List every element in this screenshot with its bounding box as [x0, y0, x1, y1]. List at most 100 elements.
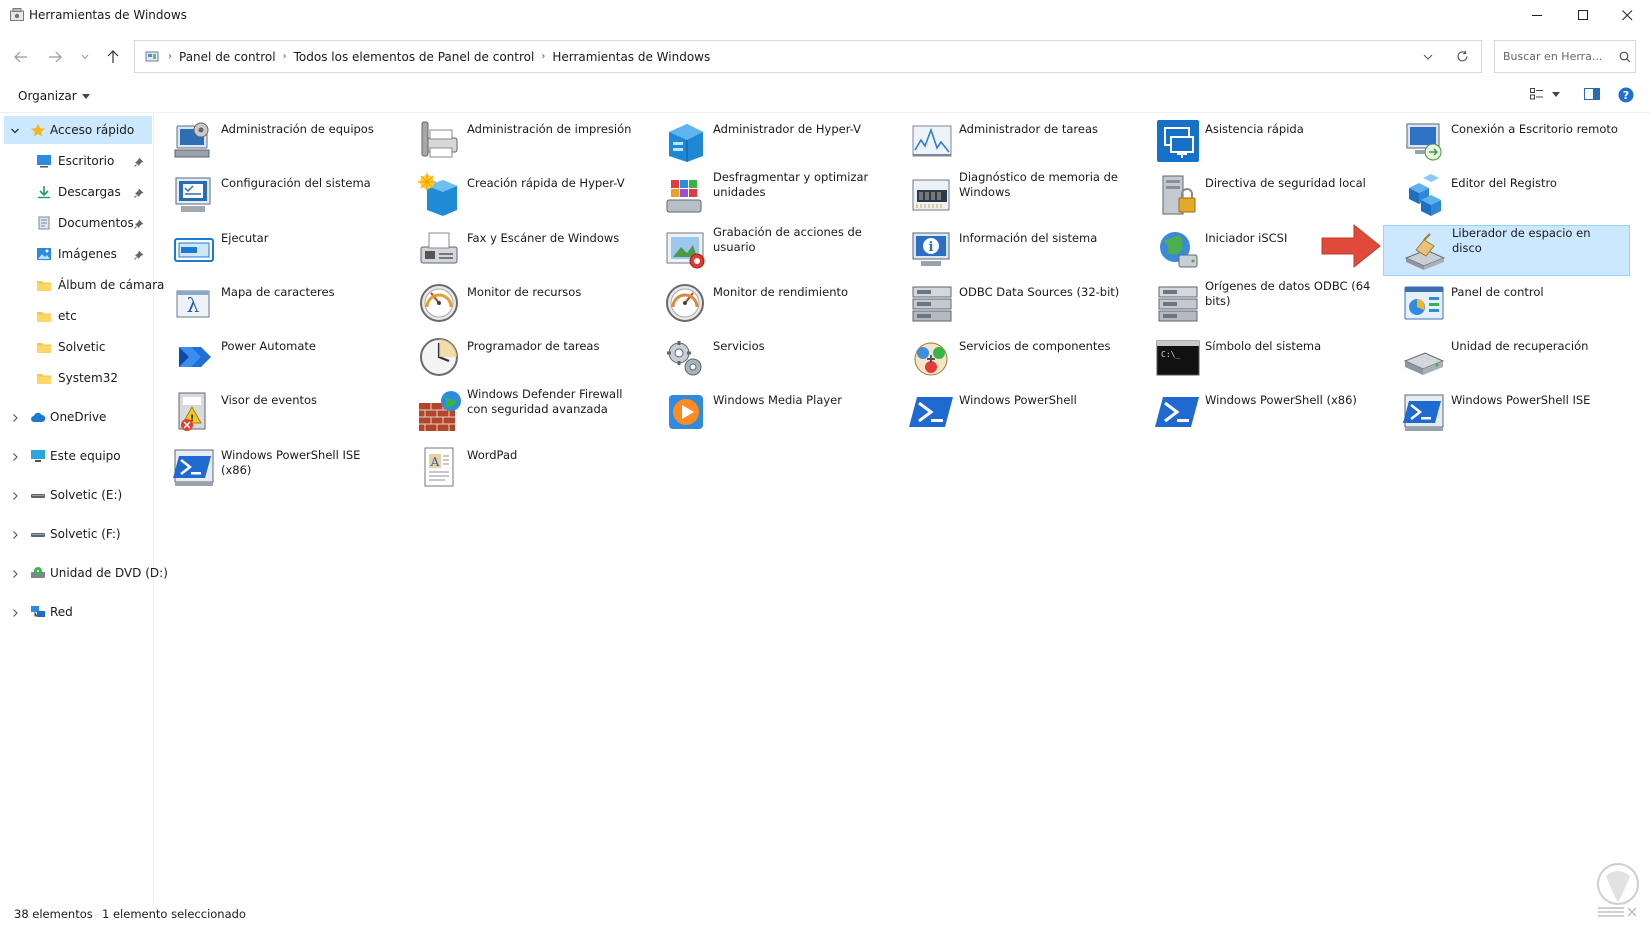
tool-item[interactable]: Servicios: [647, 331, 887, 385]
sidebar-item[interactable]: Álbum de cámara: [0, 271, 164, 299]
refresh-button[interactable]: [1443, 41, 1481, 72]
preview-pane-button[interactable]: [1584, 88, 1600, 100]
sidebar-item[interactable]: System32: [0, 364, 152, 392]
help-button[interactable]: ?: [1618, 87, 1634, 103]
chevron-right-icon: ›: [282, 51, 287, 62]
registry-editor-icon: [1401, 172, 1447, 218]
tool-item[interactable]: Desfragmentar y optimizar unidades: [647, 168, 887, 222]
sidebar-item[interactable]: Red: [0, 598, 152, 626]
tool-item[interactable]: Administración de equipos: [155, 114, 395, 168]
tool-item[interactable]: Orígenes de datos ODBC (64 bits): [1139, 277, 1379, 331]
close-button[interactable]: [1604, 0, 1650, 30]
search-input[interactable]: [1503, 50, 1613, 63]
address-history-button[interactable]: [1413, 41, 1443, 72]
tool-item[interactable]: Grabación de acciones de usuario: [647, 223, 887, 277]
sidebar-item[interactable]: Solvetic (F:): [0, 520, 152, 548]
tool-item[interactable]: Editor del Registro: [1385, 168, 1625, 222]
tool-item[interactable]: Administración de impresión: [401, 114, 641, 168]
tool-item-label: Información del sistema: [959, 231, 1098, 245]
view-options-button[interactable]: [1530, 88, 1560, 100]
sidebar-item-label: Documentos: [58, 216, 134, 230]
tool-item[interactable]: Ejecutar: [155, 223, 395, 277]
chevron-right-icon[interactable]: [10, 607, 20, 617]
sidebar-item[interactable]: Escritorio: [0, 147, 152, 175]
address-bar[interactable]: › Panel de control › Todos los elementos…: [134, 40, 1482, 73]
tool-item[interactable]: Creación rápida de Hyper-V: [401, 168, 641, 222]
recent-locations-button[interactable]: [74, 46, 96, 68]
chevron-down-icon[interactable]: [10, 125, 20, 135]
tool-item-label: Liberador de espacio en disco: [1452, 226, 1591, 255]
tool-item[interactable]: A WordPad: [401, 440, 641, 494]
sidebar-item[interactable]: Imágenes: [0, 240, 152, 268]
quick-assist-icon: [1155, 118, 1201, 164]
tool-item-label: WordPad: [467, 448, 518, 462]
tool-item[interactable]: Unidad de recuperación: [1385, 331, 1625, 385]
tool-item[interactable]: Monitor de recursos: [401, 277, 641, 331]
sidebar-item[interactable]: OneDrive: [0, 403, 152, 431]
sidebar-item[interactable]: Este equipo: [0, 442, 152, 470]
chevron-right-icon[interactable]: [10, 529, 20, 539]
tool-item[interactable]: Windows PowerShell: [893, 385, 1133, 439]
maximize-button[interactable]: [1560, 0, 1606, 30]
sidebar-item[interactable]: Descargas: [0, 178, 152, 206]
breadcrumb-item[interactable]: Todos los elementos de Panel de control: [294, 50, 535, 64]
forward-button[interactable]: [44, 46, 66, 68]
tool-item[interactable]: Directiva de seguridad local: [1139, 168, 1379, 222]
tool-item-label: Configuración del sistema: [221, 176, 371, 190]
tool-item[interactable]: Conexión a Escritorio remoto: [1385, 114, 1625, 168]
sidebar-item[interactable]: Acceso rápido: [4, 116, 152, 144]
tool-item[interactable]: Windows Media Player: [647, 385, 887, 439]
breadcrumb-item[interactable]: Panel de control: [179, 50, 276, 64]
tool-item[interactable]: Asistencia rápida: [1139, 114, 1379, 168]
chevron-right-icon[interactable]: [10, 490, 20, 500]
tool-item-label: Administrador de tareas: [959, 122, 1099, 136]
tool-item[interactable]: i Información del sistema: [893, 223, 1133, 277]
tool-item[interactable]: Monitor de rendimiento: [647, 277, 887, 331]
powershell-icon: [1155, 389, 1201, 435]
tool-item[interactable]: Windows PowerShell ISE: [1385, 385, 1625, 439]
sidebar-item[interactable]: Unidad de DVD (D:): [0, 559, 168, 587]
run-icon: [171, 227, 217, 273]
tool-item-label: Windows Defender Firewall con seguridad …: [467, 387, 623, 416]
tool-item[interactable]: Administrador de tareas: [893, 114, 1133, 168]
network-icon: [30, 605, 46, 619]
sidebar-item[interactable]: etc: [0, 302, 152, 330]
chevron-right-icon[interactable]: [10, 412, 20, 422]
organize-label: Organizar: [18, 89, 77, 103]
sidebar-item[interactable]: Documentos: [0, 209, 152, 237]
tool-item[interactable]: ! Visor de eventos: [155, 385, 395, 439]
tool-item[interactable]: Configuración del sistema: [155, 168, 395, 222]
back-button[interactable]: [10, 46, 32, 68]
sidebar-item[interactable]: Solvetic (E:): [0, 481, 152, 509]
tool-item[interactable]: λ Mapa de caracteres: [155, 277, 395, 331]
breadcrumb-item[interactable]: Herramientas de Windows: [552, 50, 710, 64]
tool-item-label: Directiva de seguridad local: [1205, 176, 1366, 190]
tool-item[interactable]: Windows Defender Firewall con seguridad …: [401, 385, 641, 439]
tool-item[interactable]: Windows PowerShell ISE (x86): [155, 440, 395, 494]
drive-icon: [30, 527, 46, 541]
tool-item[interactable]: Diagnóstico de memoria de Windows: [893, 168, 1133, 222]
sidebar-item[interactable]: Solvetic: [0, 333, 152, 361]
tool-item[interactable]: Windows PowerShell (x86): [1139, 385, 1379, 439]
tool-item[interactable]: Administrador de Hyper-V: [647, 114, 887, 168]
tool-item[interactable]: Programador de tareas: [401, 331, 641, 385]
computer-icon: [30, 449, 46, 463]
wordpad-icon: A: [417, 444, 463, 490]
sidebar-item-label: Este equipo: [50, 449, 121, 463]
tool-item[interactable]: Fax y Escáner de Windows: [401, 223, 641, 277]
chevron-right-icon[interactable]: [10, 451, 20, 461]
tool-item[interactable]: ODBC Data Sources (32-bit): [893, 277, 1133, 331]
organize-button[interactable]: Organizar: [18, 89, 90, 103]
tool-item[interactable]: Panel de control: [1385, 277, 1625, 331]
up-button[interactable]: [102, 46, 124, 68]
dvd-icon: [30, 566, 46, 580]
tool-item[interactable]: Servicios de componentes: [893, 331, 1133, 385]
title-bar: Herramientas de Windows: [0, 0, 1650, 30]
tool-item[interactable]: Liberador de espacio en disco: [1383, 225, 1630, 276]
tool-item[interactable]: C:\_ Símbolo del sistema: [1139, 331, 1379, 385]
chevron-right-icon[interactable]: [10, 568, 20, 578]
tool-item[interactable]: Power Automate: [155, 331, 395, 385]
sidebar-item-label: Red: [50, 605, 73, 619]
minimize-button[interactable]: [1514, 0, 1560, 30]
search-box[interactable]: [1494, 40, 1636, 73]
